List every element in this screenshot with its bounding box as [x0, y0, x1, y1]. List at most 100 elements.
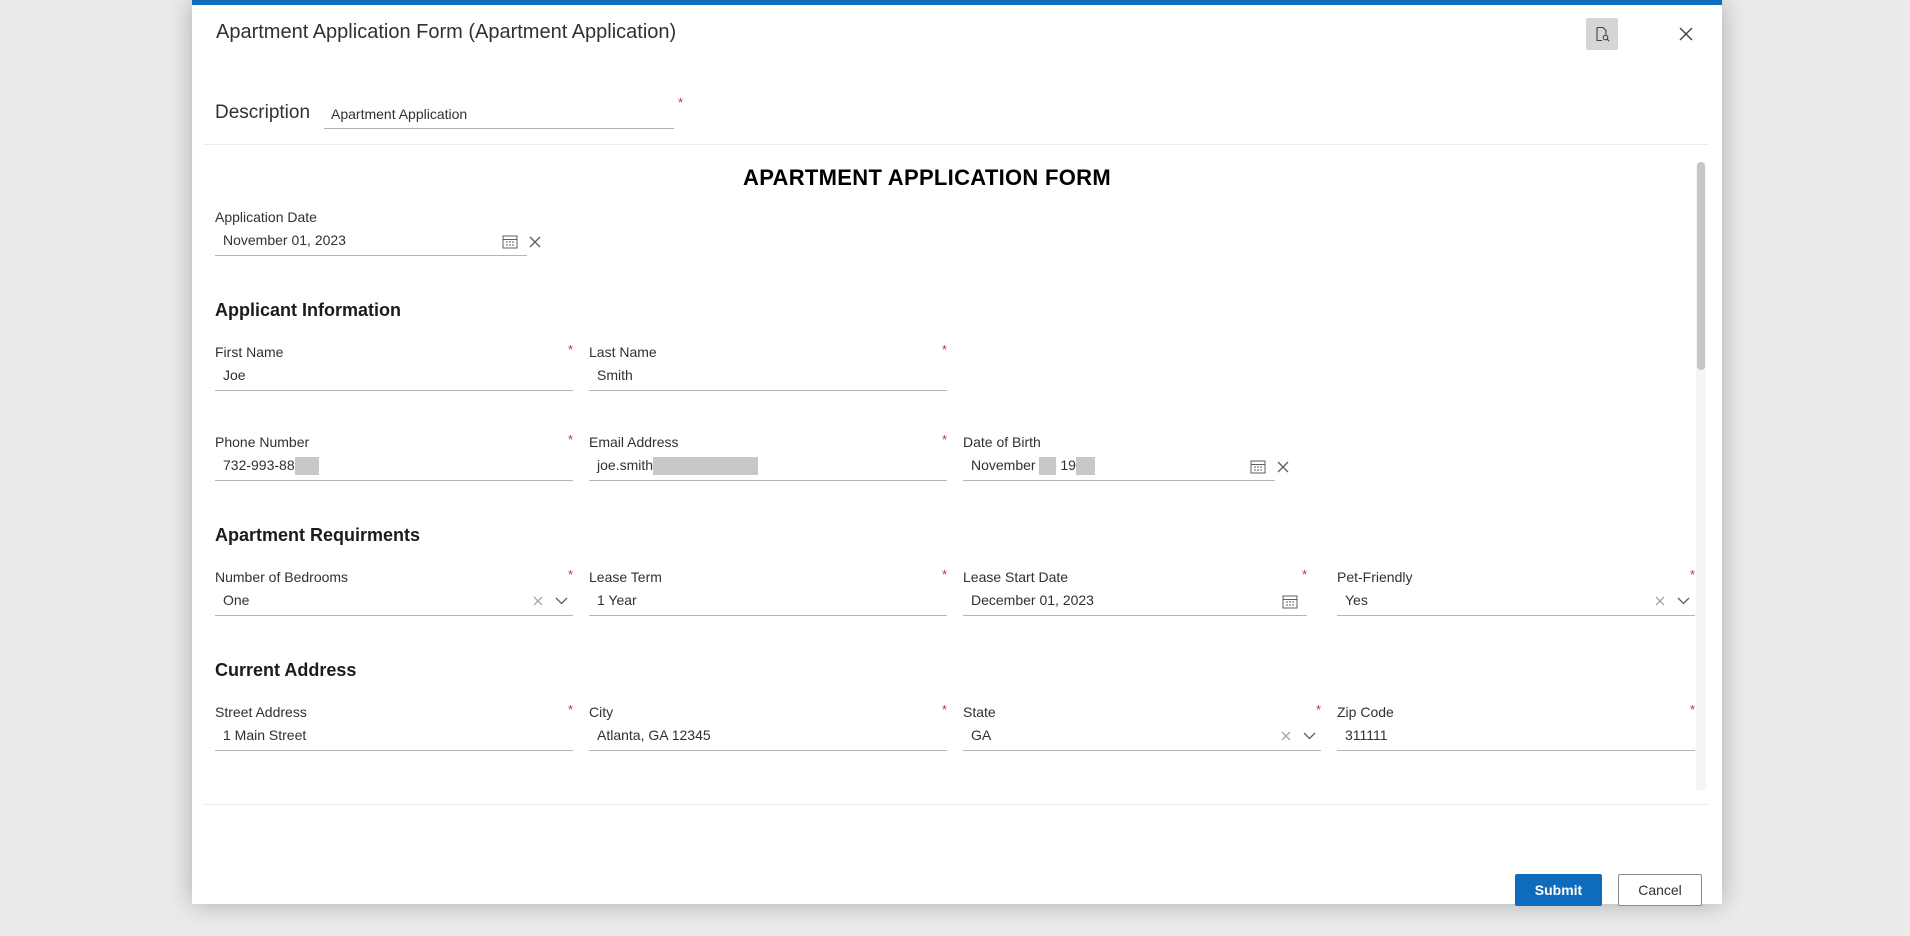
zip-code-value: 311111	[1345, 727, 1388, 743]
email-address-value: joe.smith	[597, 457, 654, 473]
pet-friendly-value: Yes	[1345, 592, 1368, 608]
application-date-value: November 01, 2023	[223, 232, 346, 248]
pet-friendly-select[interactable]: Yes	[1337, 586, 1695, 616]
dob-year-value: 19	[1060, 457, 1076, 473]
required-mark: *	[567, 567, 573, 582]
email-address-label: Email Address	[589, 434, 679, 450]
required-mark: *	[941, 567, 947, 582]
calendar-icon[interactable]	[1281, 592, 1299, 610]
lease-start-date-label: Lease Start Date	[963, 569, 1069, 585]
redacted-block	[1039, 457, 1057, 476]
dialog-title: Apartment Application Form (Apartment Ap…	[216, 21, 677, 43]
lease-term-label: Lease Term	[589, 569, 662, 585]
pet-friendly-label: Pet-Friendly	[1337, 569, 1413, 585]
popout-icon	[1596, 26, 1610, 42]
clear-date-of-birth-button[interactable]	[1274, 458, 1292, 476]
clear-application-date-button[interactable]	[526, 233, 544, 251]
last-name-field: Last Name * Smith	[589, 342, 947, 394]
section-apartment-requirements: Apartment Requirments	[215, 525, 421, 545]
clear-icon[interactable]	[1277, 727, 1295, 745]
email-address-field: Email Address * joe.smith	[589, 432, 947, 484]
phone-number-value: 732-993-88	[223, 457, 295, 473]
state-value: GA	[971, 727, 992, 743]
phone-number-input[interactable]: 732-993-88	[215, 451, 573, 481]
zip-code-label: Zip Code	[1337, 704, 1394, 720]
zip-code-input[interactable]: 311111	[1337, 721, 1695, 751]
footer-divider	[204, 804, 1708, 805]
lease-start-date-input[interactable]: December 01, 2023	[963, 586, 1307, 616]
bedrooms-label: Number of Bedrooms	[215, 569, 349, 585]
state-field: State * GA	[963, 702, 1321, 754]
street-address-label: Street Address	[215, 704, 307, 720]
last-name-input[interactable]: Smith	[589, 361, 947, 391]
required-mark: *	[1301, 567, 1307, 582]
city-input[interactable]: Atlanta, GA 12345	[589, 721, 947, 751]
description-label: Description	[215, 102, 311, 123]
phone-number-field: Phone Number * 732-993-88	[215, 432, 573, 484]
redacted-block	[1075, 457, 1095, 476]
city-label: City	[589, 704, 614, 720]
description-input[interactable]: Apartment Application	[324, 101, 674, 129]
email-address-input[interactable]: joe.smith	[589, 451, 947, 481]
city-value: Atlanta, GA 12345	[597, 727, 711, 743]
phone-number-label: Phone Number	[215, 434, 310, 450]
application-date-input[interactable]: November 01, 2023	[215, 226, 527, 256]
section-current-address: Current Address	[215, 660, 357, 680]
street-address-input[interactable]: 1 Main Street	[215, 721, 573, 751]
state-label: State	[963, 704, 996, 720]
required-mark: *	[1315, 702, 1321, 717]
first-name-field: First Name * Joe	[215, 342, 573, 394]
popout-button[interactable]	[1586, 18, 1618, 50]
bedrooms-value: One	[223, 592, 250, 608]
date-of-birth-label: Date of Birth	[963, 434, 1041, 450]
last-name-value: Smith	[597, 367, 633, 383]
header-divider	[204, 144, 1708, 145]
bedrooms-select[interactable]: One	[215, 586, 573, 616]
chevron-down-icon[interactable]	[552, 592, 570, 610]
section-applicant-information: Applicant Information	[215, 300, 401, 320]
city-field: City * Atlanta, GA 12345	[589, 702, 947, 754]
clear-icon	[1277, 461, 1289, 473]
application-date-field: Application Date November 01, 2023	[215, 209, 527, 259]
clear-icon[interactable]	[529, 592, 547, 610]
bedrooms-field: Number of Bedrooms * One	[215, 567, 573, 619]
first-name-label: First Name	[215, 344, 284, 360]
required-mark: *	[567, 432, 573, 447]
scrollbar-thumb[interactable]	[1697, 162, 1705, 370]
application-dialog: Apartment Application Form (Apartment Ap…	[192, 0, 1722, 906]
state-select[interactable]: GA	[963, 721, 1321, 751]
redacted-block	[653, 457, 759, 476]
required-mark: *	[941, 432, 947, 447]
chevron-down-icon[interactable]	[1674, 592, 1692, 610]
form-scroll-area[interactable]: APARTMENT APPLICATION FORM Application D…	[204, 150, 1706, 790]
required-mark: *	[941, 702, 947, 717]
last-name-label: Last Name	[589, 344, 657, 360]
zip-code-field: Zip Code * 311111	[1337, 702, 1695, 754]
first-name-value: Joe	[223, 367, 246, 383]
lease-term-input[interactable]: 1 Year	[589, 586, 947, 616]
street-address-value: 1 Main Street	[223, 727, 307, 743]
required-mark: *	[567, 702, 573, 717]
first-name-input[interactable]: Joe	[215, 361, 573, 391]
description-required-mark: *	[678, 95, 684, 110]
calendar-icon[interactable]	[501, 232, 519, 250]
calendar-icon[interactable]	[1249, 457, 1267, 475]
clear-icon	[529, 236, 541, 248]
form-title: APARTMENT APPLICATION FORM	[743, 165, 1111, 190]
cancel-button[interactable]: Cancel	[1618, 874, 1702, 906]
required-mark: *	[567, 342, 573, 357]
chevron-down-icon[interactable]	[1300, 727, 1318, 745]
clear-icon[interactable]	[1651, 592, 1669, 610]
submit-button[interactable]: Submit	[1515, 874, 1602, 906]
street-address-field: Street Address * 1 Main Street	[215, 702, 573, 754]
pet-friendly-field: Pet-Friendly * Yes	[1337, 567, 1695, 619]
date-of-birth-input[interactable]: November 19	[963, 451, 1275, 481]
lease-start-date-field: Lease Start Date * December 01, 2023	[963, 567, 1307, 619]
lease-term-field: Lease Term * 1 Year	[589, 567, 947, 619]
required-mark: *	[1689, 567, 1695, 582]
close-icon	[1679, 27, 1693, 41]
redacted-block	[294, 457, 319, 476]
close-button[interactable]	[1670, 18, 1702, 50]
application-date-label: Application Date	[215, 209, 317, 225]
lease-start-date-value: December 01, 2023	[971, 592, 1094, 608]
